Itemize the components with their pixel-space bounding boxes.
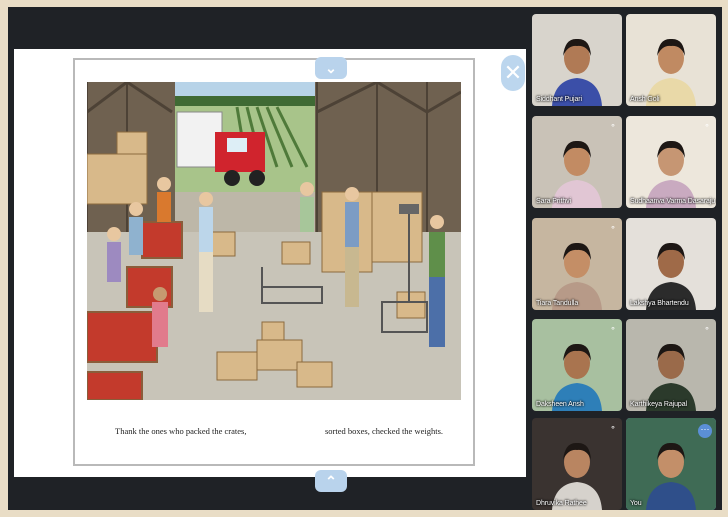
participant-name: Daksheen Ansh [536,401,584,408]
participant-video [552,38,602,106]
participant-name: Ansh Goli [630,96,660,103]
participant-tile[interactable]: Sudhaanva Varma Dasaraju ⚬ [626,116,716,208]
mic-off-icon: ⚬ [609,423,617,432]
participant-tile[interactable]: Lakshya Bhartendu [626,218,716,310]
participant-name: Siddhant Pujari [536,96,582,103]
participant-tile[interactable]: Dhruvika Rathee ⚬ [532,418,622,510]
more-options-icon[interactable]: ⋯ [698,424,712,438]
mic-off-icon: ⚬ [609,223,617,232]
participant-name: Karthikeya Rajupal [630,401,687,408]
participant-tile[interactable]: You ⋯ [626,418,716,510]
participant-name: Dhruvika Rathee [536,500,587,507]
caption-left: Thank the ones who packed the crates, [115,426,247,436]
mic-off-icon: ⚬ [609,324,617,333]
chevron-down-icon[interactable]: ⌄ [315,57,347,79]
participant-tile[interactable]: Sara Prithvi ⚬ [532,116,622,208]
mic-off-icon: ⚬ [609,121,617,130]
participant-video [646,242,696,310]
participant-video [646,38,696,106]
participant-name: Sara Prithvi [536,198,571,205]
participant-tile[interactable]: Ansh Goli [626,14,716,106]
participant-name: You [630,500,642,507]
participant-name: Tiara Tandulla [536,300,579,307]
mic-off-icon: ⚬ [703,121,711,130]
close-icon[interactable]: ✕ [501,55,525,91]
participant-name: Sudhaanva Varma Dasaraju [630,198,716,205]
book-page: ⌄ Thank the ones who packed the crates, … [73,57,475,492]
book-illustration [87,82,461,400]
chevron-up-icon[interactable]: ⌃ [315,470,347,492]
meeting-window: ⌄ Thank the ones who packed the crates, … [8,7,722,510]
participant-tile[interactable]: Tiara Tandulla ⚬ [532,218,622,310]
presentation-area: ⌄ Thank the ones who packed the crates, … [14,49,526,492]
participant-tile[interactable]: Daksheen Ansh ⚬ [532,319,622,411]
participant-name: Lakshya Bhartendu [630,300,689,307]
caption-right: sorted boxes, checked the weights. [325,426,444,436]
participant-tile[interactable]: Siddhant Pujari [532,14,622,106]
participant-tile[interactable]: Karthikeya Rajupal ⚬ [626,319,716,411]
mic-off-icon: ⚬ [703,324,711,333]
participant-grid: Siddhant Pujari Ansh Goli Sara Prithvi ⚬ Sud… [532,14,718,510]
